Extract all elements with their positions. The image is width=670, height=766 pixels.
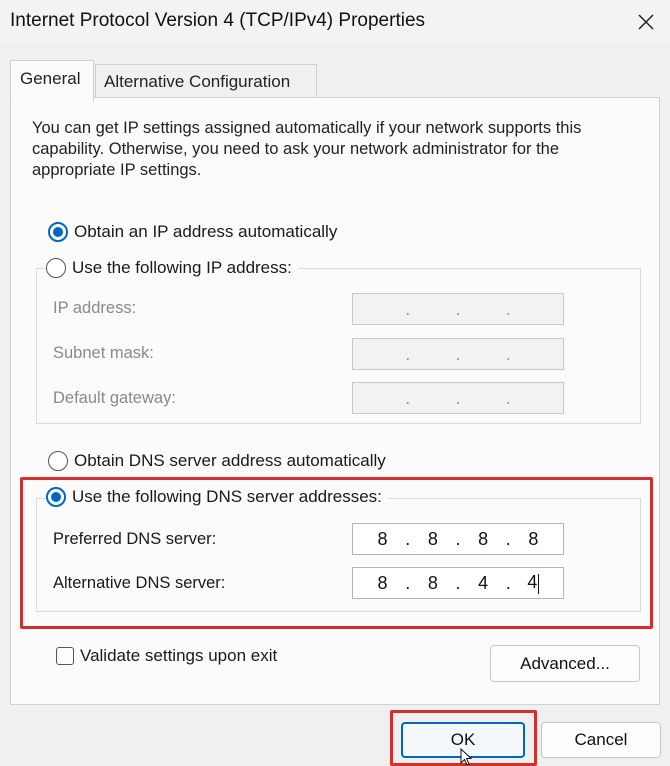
close-button[interactable] xyxy=(626,4,666,40)
checkbox-icon xyxy=(56,647,74,665)
advanced-button[interactable]: Advanced... xyxy=(490,645,640,682)
close-icon xyxy=(638,14,654,30)
obtain-dns-auto-label: Obtain DNS server address automatically xyxy=(74,451,386,470)
subnet-mask-input: ... xyxy=(352,338,564,370)
description-text: You can get IP settings assigned automat… xyxy=(32,119,582,179)
cancel-button[interactable]: Cancel xyxy=(541,722,661,758)
dns-highlight-box xyxy=(20,477,653,629)
title-bar: Internet Protocol Version 4 (TCP/IPv4) P… xyxy=(0,0,670,44)
default-gateway-label: Default gateway: xyxy=(53,389,176,407)
obtain-ip-auto-radio[interactable]: Obtain an IP address automatically xyxy=(48,222,337,242)
subnet-mask-label: Subnet mask: xyxy=(53,344,154,362)
obtain-dns-auto-radio[interactable]: Obtain DNS server address automatically xyxy=(48,451,386,471)
radio-unselected-icon xyxy=(48,451,68,471)
window-title: Internet Protocol Version 4 (TCP/IPv4) P… xyxy=(10,10,426,31)
tab-alternative-label: Alternative Configuration xyxy=(104,72,291,91)
tab-general[interactable]: General xyxy=(10,60,94,101)
ip-address-input: ... xyxy=(352,293,564,325)
tab-general-label: General xyxy=(20,69,81,88)
tab-alternative-configuration[interactable]: Alternative Configuration xyxy=(95,64,317,98)
radio-unselected-icon xyxy=(46,258,66,278)
radio-selected-icon xyxy=(48,222,68,242)
use-following-ip-label: Use the following IP address: xyxy=(72,258,292,277)
validate-settings-label: Validate settings upon exit xyxy=(80,646,278,665)
mouse-pointer-icon xyxy=(460,748,472,766)
default-gateway-input: ... xyxy=(352,382,564,414)
obtain-ip-auto-label: Obtain an IP address automatically xyxy=(74,222,338,241)
ip-address-label: IP address: xyxy=(53,299,137,317)
validate-settings-checkbox[interactable]: Validate settings upon exit xyxy=(56,646,277,666)
use-following-ip-radio[interactable]: Use the following IP address: xyxy=(46,258,298,278)
